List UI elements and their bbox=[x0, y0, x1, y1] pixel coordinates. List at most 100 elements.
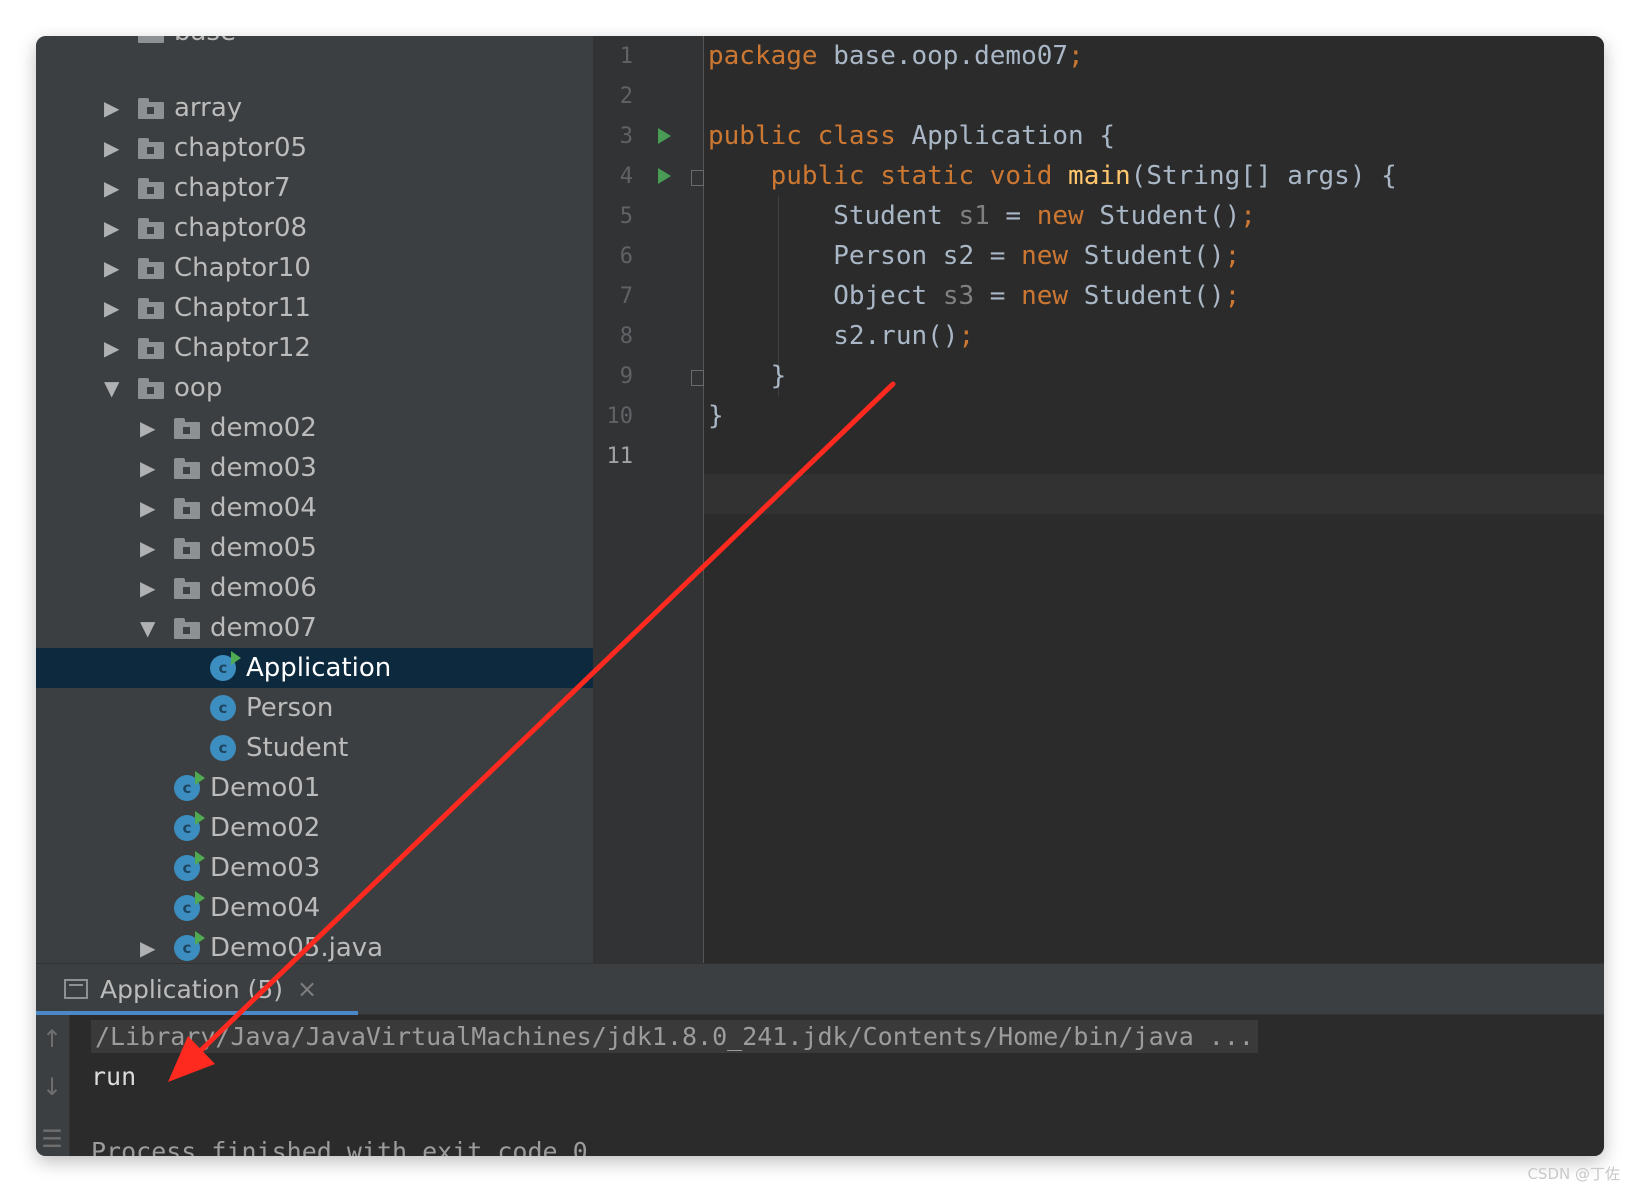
tree-item-label: array bbox=[174, 93, 243, 123]
tree-item-partial[interactable]: base bbox=[36, 36, 593, 52]
current-line-highlight bbox=[704, 474, 1604, 514]
tree-item[interactable]: ▶ c Demo05.java bbox=[36, 928, 593, 963]
fold-open-icon[interactable] bbox=[691, 170, 704, 186]
tree-item[interactable]: c Application bbox=[36, 648, 593, 688]
chevron-right-icon[interactable]: ▶ bbox=[140, 936, 174, 960]
chevron-down-icon[interactable]: ▼ bbox=[104, 376, 138, 400]
chevron-down-icon[interactable]: ▼ bbox=[140, 616, 174, 640]
chevron-right-icon[interactable]: ▶ bbox=[140, 576, 174, 600]
tree-item-label: chaptor7 bbox=[174, 173, 291, 203]
chevron-right-icon[interactable]: ▶ bbox=[104, 216, 138, 240]
line-number: 1 bbox=[619, 44, 633, 69]
close-icon[interactable]: × bbox=[297, 975, 317, 1003]
chevron-right-icon[interactable]: ▶ bbox=[104, 336, 138, 360]
tree-item[interactable]: c Demo01 bbox=[36, 768, 593, 808]
tree-item-label: demo02 bbox=[210, 413, 317, 443]
chevron-right-icon[interactable]: ▶ bbox=[104, 256, 138, 280]
project-tree-panel[interactable]: ▶ array ▶ chaptor05 ▶ chaptor7 ▶ chaptor08 ▶ Chap… bbox=[36, 36, 593, 963]
tree-item-label: Chaptor10 bbox=[174, 253, 311, 283]
line-number: 11 bbox=[606, 444, 634, 469]
ide-window: ▶ array ▶ chaptor05 ▶ chaptor7 ▶ chaptor08 ▶ Chap… bbox=[36, 36, 1604, 1156]
package-folder-icon bbox=[174, 617, 200, 639]
console-command-line[interactable]: /Library/Java/JavaVirtualMachines/jdk1.8… bbox=[91, 1020, 1258, 1053]
tree-item-label: demo05 bbox=[210, 533, 317, 563]
code-editor[interactable]: 1 2 3 4 5 6 7 8 9 10 11 package base.oop.demo07; p… bbox=[593, 36, 1604, 963]
constructor-call: Student() bbox=[1083, 201, 1241, 231]
tree-item-label: Demo01 bbox=[210, 773, 321, 803]
tree-item[interactable]: ▶ demo03 bbox=[36, 448, 593, 488]
tree-item[interactable]: ▶ chaptor7 bbox=[36, 168, 593, 208]
scroll-up-icon[interactable]: ↑ bbox=[40, 1025, 64, 1053]
keyword: new bbox=[1021, 281, 1069, 311]
code-line-9: } bbox=[708, 361, 787, 391]
tree-item[interactable]: c Demo02 bbox=[36, 808, 593, 848]
tree-item-label: Demo03 bbox=[210, 853, 321, 883]
tree-item[interactable]: ▶ Chaptor10 bbox=[36, 248, 593, 288]
chevron-right-icon[interactable]: ▶ bbox=[140, 536, 174, 560]
java-class-icon: c bbox=[210, 735, 236, 761]
tree-item[interactable]: ▶ Chaptor12 bbox=[36, 328, 593, 368]
chevron-right-icon[interactable]: ▶ bbox=[140, 416, 174, 440]
package-folder-icon bbox=[138, 297, 164, 319]
semicolon: ; bbox=[1224, 281, 1241, 311]
package-name: base.oop.demo07 bbox=[817, 41, 1069, 71]
tree-item[interactable]: ▶ array bbox=[36, 88, 593, 128]
chevron-right-icon[interactable]: ▶ bbox=[104, 96, 138, 120]
semicolon: ; bbox=[1068, 41, 1084, 71]
console-exit-line: Process finished with exit code 0 bbox=[91, 1137, 588, 1156]
run-tool-window: Application (5) × ↑ ↓ ☰ /Library/Java/Ja… bbox=[36, 963, 1604, 1156]
runnable-class-icon: c bbox=[174, 771, 205, 801]
runnable-class-icon: c bbox=[174, 891, 205, 921]
tree-item[interactable]: ▶ demo06 bbox=[36, 568, 593, 608]
tree-item-label: demo04 bbox=[210, 493, 317, 523]
java-class-icon: c bbox=[210, 695, 236, 721]
keyword: public class bbox=[708, 121, 896, 151]
run-class-gutter-icon[interactable] bbox=[658, 128, 671, 144]
tree-item-label: Demo05.java bbox=[210, 933, 384, 963]
keyword: new bbox=[1021, 241, 1069, 271]
tree-item[interactable]: ▶ chaptor05 bbox=[36, 128, 593, 168]
type-name: Object bbox=[708, 281, 943, 311]
tree-item[interactable]: ▼ demo07 bbox=[36, 608, 593, 648]
tree-item[interactable]: c Person bbox=[36, 688, 593, 728]
run-tab-application[interactable]: Application (5) × bbox=[36, 964, 358, 1015]
fold-close-icon[interactable] bbox=[691, 370, 704, 386]
tree-item[interactable]: ▶ demo04 bbox=[36, 488, 593, 528]
operator: = bbox=[974, 281, 1022, 311]
run-main-gutter-icon[interactable] bbox=[658, 168, 671, 184]
tree-item-label: oop bbox=[174, 373, 223, 403]
package-folder-icon bbox=[138, 257, 164, 279]
keyword: public static void bbox=[770, 161, 1053, 191]
runnable-class-icon: c bbox=[174, 811, 205, 841]
package-folder-icon bbox=[174, 417, 200, 439]
tree-item-label: demo06 bbox=[210, 573, 317, 603]
declaration: Person s2 = bbox=[708, 241, 1022, 271]
chevron-right-icon[interactable]: ▶ bbox=[104, 296, 138, 320]
package-folder-icon bbox=[174, 577, 200, 599]
package-folder-icon bbox=[174, 457, 200, 479]
tree-item[interactable]: ▼ oop bbox=[36, 368, 593, 408]
tree-item[interactable]: ▶ Chaptor11 bbox=[36, 288, 593, 328]
semicolon: ; bbox=[958, 321, 975, 351]
tree-item-label: Application bbox=[246, 653, 392, 683]
package-folder-icon bbox=[138, 337, 164, 359]
package-folder-icon bbox=[138, 217, 164, 239]
tree-item[interactable]: ▶ demo05 bbox=[36, 528, 593, 568]
chevron-right-icon[interactable]: ▶ bbox=[104, 176, 138, 200]
unused-variable: s3 bbox=[942, 281, 975, 311]
tree-item[interactable]: c Demo03 bbox=[36, 848, 593, 888]
chevron-right-icon[interactable]: ▶ bbox=[140, 496, 174, 520]
soft-wrap-icon[interactable]: ☰ bbox=[40, 1125, 64, 1153]
tree-item[interactable]: ▶ chaptor08 bbox=[36, 208, 593, 248]
constructor-call: Student() bbox=[1068, 241, 1225, 271]
scroll-down-icon[interactable]: ↓ bbox=[40, 1073, 64, 1101]
chevron-right-icon[interactable]: ▶ bbox=[140, 456, 174, 480]
semicolon: ; bbox=[1240, 201, 1256, 231]
chevron-right-icon[interactable]: ▶ bbox=[104, 136, 138, 160]
code-line-3: public class Application { bbox=[708, 116, 1115, 156]
tree-item[interactable]: c Demo04 bbox=[36, 888, 593, 928]
tree-item[interactable]: ▶ demo02 bbox=[36, 408, 593, 448]
keyword: new bbox=[1036, 201, 1084, 231]
tree-item[interactable]: c Student bbox=[36, 728, 593, 768]
